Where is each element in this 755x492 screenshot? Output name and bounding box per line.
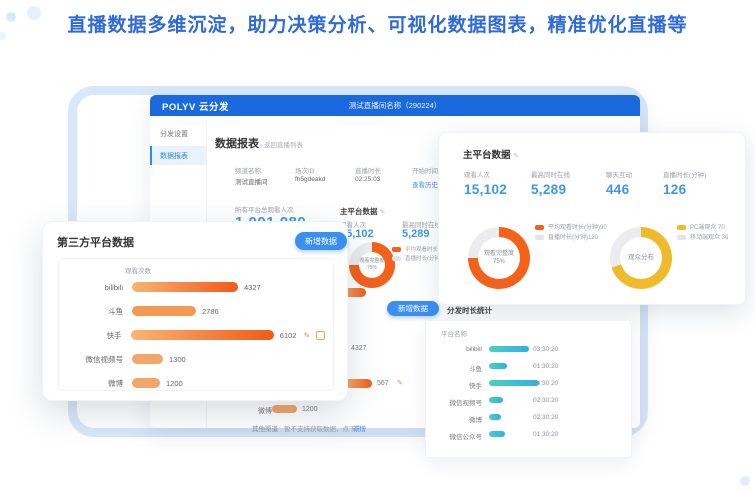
duration-row: 微博 02:30:20 [432,409,625,426]
note-text: 暂不支持获取数据，点下方 [284,423,362,433]
bar-row-weibo: 微博 1200 [67,376,325,390]
duration-bar [489,380,539,386]
window-title: 测试直播间名称（290224） [150,100,640,111]
views-bar [131,330,274,340]
views-axis-label: 观看次数 [125,265,151,275]
session-id-label: 场次ID [295,165,315,175]
completion-legend: 平均观看时长(分钟)90 直播时长(分钟)120 [535,223,607,243]
fragment-value: 567 [377,380,389,387]
fragment-value: 4327 [351,345,367,352]
duration-row: 斗鱼 01:30:20 [432,358,625,375]
legend-swatch-gray [677,235,686,240]
stage: 直播数据多维沉淀，助力决策分析、可视化数据图表，精准优化直播等 POLYV 云分… [0,0,755,492]
duration-bar [489,397,503,403]
deco-dot [740,476,750,486]
third-party-chart-panel: 观看次数 bilibili 4327 斗鱼 2786 快手 6102 ✎ 微信视… [58,258,334,391]
duration-row: 微信公众号 01:30:20 [432,426,625,443]
platform-card-title: 主平台数据 ✎ [463,147,519,161]
legend-swatch-yellow [677,225,686,230]
completion-donut-mini: 观看完整度 75% [349,242,395,288]
duration-bar [489,431,505,437]
channel-name-value: 测试直播间 [235,176,268,186]
edit-icon[interactable]: ✎ [513,153,519,160]
platform-data-card: 主平台数据 ✎ 观看人次 15,102 最高同时在线 5,289 聊天互动 44… [438,132,746,305]
note-label: 其他渠道 [252,423,278,433]
audience-legend: PC端观众 70 移动端观众 30 [677,223,728,243]
legend-swatch-orange [535,225,544,230]
duration-section-title: 分发时长统计 [447,305,492,316]
duration-row: bilibili 03:30:20 [432,341,625,358]
edit-icon[interactable]: ✎ [380,209,386,216]
bar-fragment [344,379,372,388]
bar-row-bilibili: bilibili 4327 [67,280,325,294]
stat-duration: 直播时长(分钟) 126 [663,169,706,197]
third-party-card: 第三方平台数据 新增数据 观看次数 bilibili 4327 斗鱼 2786 … [42,221,348,401]
channel-name-label: 频道名称: [235,165,263,175]
platform-name-header: 平台名称 [441,328,467,338]
views-bar [132,282,238,292]
copy-icon[interactable] [316,331,325,340]
bar-row-douyu: 斗鱼 2786 [67,304,325,318]
stat-views: 观看人次 15,102 [464,169,507,197]
completion-donut: 观看完整度 75% [468,227,530,289]
mini-platform-title: 主平台数据 ✎ [340,206,385,217]
duration-bar [489,414,501,420]
duration-chart-panel: 平台名称 bilibili 03:30:20 斗鱼 01:30:20 快手 04… [425,320,632,458]
bar-row-kuaishou: 快手 6102 ✎ [67,328,325,342]
duration-bar [489,346,529,352]
legend-swatch-gray [535,235,544,240]
window-header: POLYV 云分发 测试直播间名称（290224） [150,95,640,116]
sidebar-item-report[interactable]: 数据报表 [150,146,206,165]
duration-bar [489,363,507,369]
add-data-button[interactable]: 新增数据 [387,301,439,316]
sidebar-item-distribution[interactable]: 分发设置 [150,124,206,143]
weibo-row-bar [272,405,297,413]
add-data-button[interactable]: 新增数据 [295,232,347,250]
stat-peak-online: 最高同时在线 5,289 [531,169,570,197]
views-bar [132,378,160,388]
breadcrumb[interactable]: ‹ 返回直播列表 [260,139,303,149]
stat-chat: 聊天互动 446 [606,169,632,197]
mini-peak-value: 5,289 [402,228,430,240]
audience-donut: 观众分布 [610,227,672,289]
page-title: 数据报表 [215,135,259,151]
edit-icon[interactable]: ✎ [397,379,403,387]
bar-row-wechat-channels: 微信视频号 1300 [67,352,325,366]
duration-row: 微信视频号 02:30:20 [432,392,625,409]
note-add-link[interactable]: 新增 [353,423,366,433]
live-duration-value: 02:25:03 [355,176,380,183]
weibo-row-value: 1200 [302,406,318,413]
live-duration-label: 直播时长 [355,165,381,175]
views-bar [132,354,163,364]
views-bar [132,306,196,316]
headline: 直播数据多维沉淀，助力决策分析、可视化数据图表，精准优化直播等 [0,10,755,37]
total-views-label: 所有平台总观看人次 [235,204,294,214]
duration-row: 快手 04:30:20 [432,375,625,392]
session-id-value: fh5gdeakd [295,176,325,183]
third-party-title: 第三方平台数据 [57,234,134,250]
weibo-row-label: 微博 [258,406,272,416]
edit-icon[interactable]: ✎ [303,331,310,340]
